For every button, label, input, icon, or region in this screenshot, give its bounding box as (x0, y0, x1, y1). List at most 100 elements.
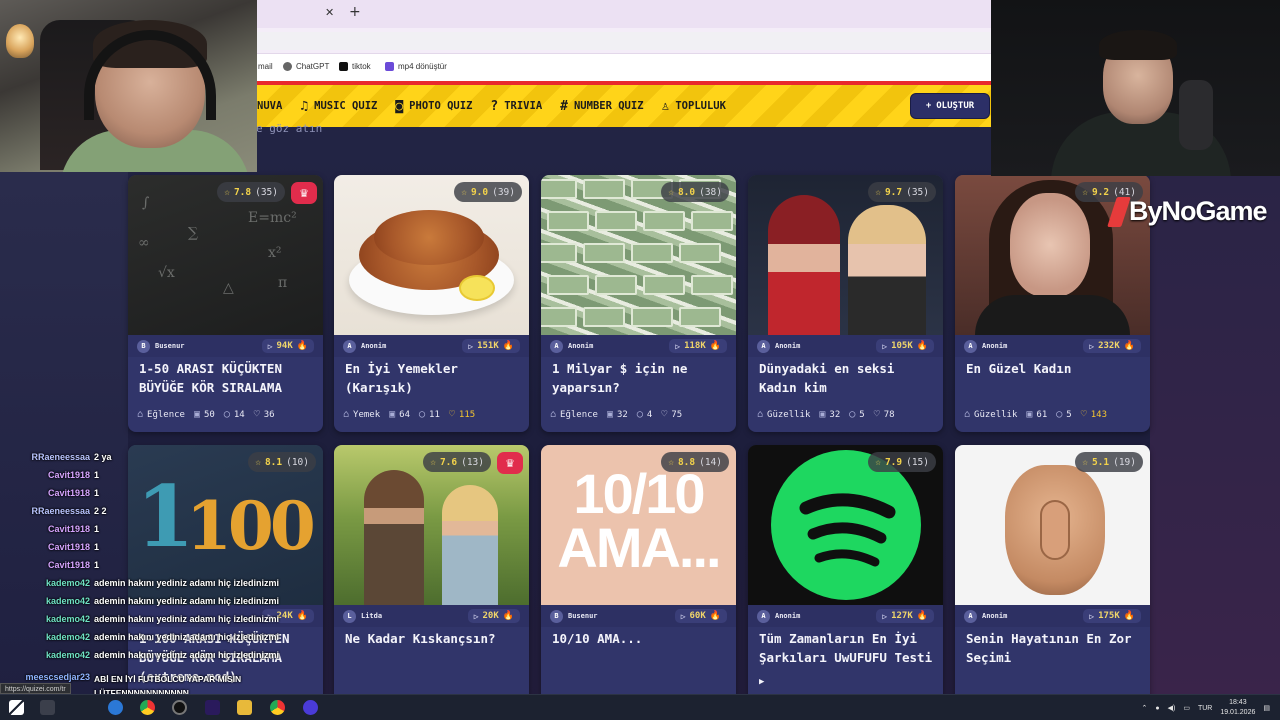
category[interactable]: ⌂ Yemek (343, 409, 380, 420)
quiz-card[interactable]: ∫ ∑ E=mc² √x π △ ∞ x² ☆ 7.8 (35) ♛ B Busenur ▷ 94K 🔥 1-50… (128, 175, 323, 432)
chevron-up-icon[interactable]: ⌃ (1141, 704, 1147, 712)
clock[interactable]: 18:43 19.01.2026 (1220, 698, 1255, 718)
edge-icon[interactable] (108, 700, 123, 715)
quiz-card[interactable]: ☆ 9.0 (39) A Anonim ▷ 151K 🔥 En İyi Yemekler (Ka… (334, 175, 529, 432)
author-name: Litda (361, 612, 383, 620)
like-count[interactable]: ♡ 75 (661, 409, 682, 420)
formula-doodle: ∫ (142, 195, 150, 211)
quiz-title[interactable]: En Güzel Kadın (966, 359, 1142, 378)
play-icon: ▷ (680, 611, 686, 621)
windows-start-icon[interactable] (9, 700, 24, 715)
nav-item-topluluk[interactable]: ♙ TOPLULUK (662, 99, 726, 114)
chat-username[interactable]: meescsedjar23 (0, 672, 90, 682)
quiz-title[interactable]: 10/10 AMA... (552, 629, 728, 648)
author[interactable]: A Anonim (757, 609, 800, 623)
quiz-card[interactable]: ☆ 7.9 (15) A Anonim ▷ 127K 🔥 Tüm Zamanların En İ… (748, 445, 943, 702)
url-field[interactable] (257, 32, 991, 50)
quiz-title[interactable]: Senin Hayatının En Zor Seçimi (966, 629, 1142, 667)
obs-icon[interactable] (172, 700, 187, 715)
nav-item-photo-quiz[interactable]: ◙ PHOTO QUIZ (395, 99, 472, 114)
fire-icon: 🔥 (502, 341, 514, 351)
plays-badge: ▷ 20K 🔥 (467, 609, 520, 623)
author-name: Busenur (568, 612, 598, 620)
chrome-icon[interactable] (140, 700, 155, 715)
comment-count[interactable]: ◯ 5 (1056, 409, 1071, 420)
cash-stack (547, 275, 589, 295)
app-icon[interactable] (303, 700, 318, 715)
comment-count[interactable]: ◯ 14 (224, 409, 245, 420)
chrome-active-icon[interactable] (270, 700, 285, 715)
quiz-title[interactable]: 1-50 ARASI KÜÇÜKTEN BÜYÜĞE KÖR SIRALAMA (139, 359, 315, 397)
premiere-icon[interactable] (205, 700, 220, 715)
category[interactable]: ⌂ Güzellik (757, 409, 810, 420)
close-tab-icon[interactable]: ✕ (325, 6, 334, 19)
star-icon: ☆ (875, 186, 881, 198)
quiz-card[interactable]: ☆ 8.0 (38) A Anonim ▷ 118K 🔥 1 Milyar $ için ne … (541, 175, 736, 432)
quiz-card[interactable]: 10/10 AMA... ☆ 8.8 (14) B Busenur ▷ 60K 🔥 10/10 AM… (541, 445, 736, 702)
quiz-title[interactable]: 1 Milyar $ için ne yaparsın? (552, 359, 728, 397)
author[interactable]: A Anonim (550, 339, 593, 353)
nav-item-trivia[interactable]: ? TRIVIA (490, 99, 542, 114)
chat-username[interactable]: RRaeneessaa (0, 452, 90, 462)
notification-icon[interactable]: ▤ (1263, 704, 1270, 712)
quiz-title[interactable]: Tüm Zamanların En İyi Şarkıları UwUFUFU … (759, 629, 935, 692)
rating-badge: ☆ 9.0 (39) (454, 182, 522, 202)
site-navbar: NUVA ♫ MUSIC QUIZ ◙ PHOTO QUIZ ? TRIVIA # NU… (257, 85, 991, 127)
rating-value: 7.6 (439, 456, 458, 468)
comment-count[interactable]: ◯ 5 (849, 409, 864, 420)
nav-item-nuva[interactable]: NUVA (257, 100, 282, 112)
volume-icon[interactable]: ◀) (1168, 704, 1176, 712)
like-count[interactable]: ♡ 115 (449, 409, 475, 420)
chat-username[interactable]: Cavit1918 (0, 470, 90, 480)
author[interactable]: A Anonim (964, 609, 1007, 623)
author[interactable]: A Anonim (757, 339, 800, 353)
chat-username[interactable]: Cavit1918 (0, 524, 90, 534)
language-indicator[interactable]: TUR (1198, 705, 1212, 712)
author[interactable]: B Busenur (550, 609, 598, 623)
chat-username[interactable]: RRaeneessaa (0, 506, 90, 516)
quiz-title[interactable]: Ne Kadar Kıskançsın? (345, 629, 521, 648)
star-icon: ☆ (1082, 456, 1088, 468)
quiz-card[interactable]: ☆ 9.7 (35) A Anonim ▷ 105K 🔥 Dünyadaki en seksi … (748, 175, 943, 432)
bookmark-mp4[interactable]: mp4 dönüştür (385, 62, 447, 71)
chat-message: Cavit1918 1 (0, 470, 99, 480)
file-explorer-icon[interactable] (237, 700, 252, 715)
comment-count[interactable]: ◯ 4 (637, 409, 652, 420)
bookmark-mail[interactable]: mail (258, 62, 273, 71)
create-button[interactable]: + OLUŞTUR (910, 93, 990, 119)
chat-username[interactable]: kademo42 (0, 614, 90, 624)
chat-username[interactable]: kademo42 (0, 650, 90, 660)
chat-username[interactable]: Cavit1918 (0, 560, 90, 570)
like-count[interactable]: ♡ 143 (1081, 409, 1107, 420)
chat-username[interactable]: kademo42 (0, 596, 90, 606)
chat-username[interactable]: Cavit1918 (0, 488, 90, 498)
bookmark-chatgpt[interactable]: ChatGPT (283, 62, 329, 71)
nav-item-number-quiz[interactable]: # NUMBER QUIZ (560, 99, 643, 114)
battery-icon[interactable]: ▭ (1183, 704, 1190, 712)
quiz-title[interactable]: En İyi Yemekler (Karışık) (345, 359, 521, 397)
category[interactable]: ⌂ Güzellik (964, 409, 1017, 420)
new-tab-icon[interactable]: + (349, 4, 361, 20)
chat-username[interactable]: Cavit1918 (0, 542, 90, 552)
category[interactable]: ⌂ Eğlence (550, 409, 598, 420)
card-meta: A Anonim ▷ 118K 🔥 (541, 335, 736, 357)
author[interactable]: B Busenur (137, 339, 185, 353)
chat-username[interactable]: kademo42 (0, 578, 90, 588)
quiz-card[interactable]: ☆ 7.6 (13) ♛ L Litda ▷ 20K 🔥 Ne Kadar Kıskançsın? (334, 445, 529, 702)
category[interactable]: ⌂ Eğlence (137, 409, 185, 420)
like-count[interactable]: ♡ 36 (254, 409, 275, 420)
like-count[interactable]: ♡ 78 (874, 409, 895, 420)
chat-username[interactable]: kademo42 (0, 632, 90, 642)
author[interactable]: A Anonim (343, 339, 386, 353)
play-icon: ▷ (267, 341, 273, 351)
author[interactable]: L Litda (343, 609, 383, 623)
task-view-icon[interactable] (40, 700, 55, 715)
author[interactable]: A Anonim (964, 339, 1007, 353)
quiz-title[interactable]: Dünyadaki en seksi Kadın kim (759, 359, 935, 397)
comment-count[interactable]: ◯ 11 (419, 409, 440, 420)
chat-message: kademo42 ademin hakını yediniz adamı hiç … (0, 596, 279, 606)
mic-icon[interactable]: ● (1155, 705, 1159, 712)
nav-item-music-quiz[interactable]: ♫ MUSIC QUIZ (300, 99, 377, 114)
quiz-card[interactable]: ☆ 5.1 (19) A Anonim ▷ 175K 🔥 Senin Hayatının En … (955, 445, 1150, 702)
bookmark-tiktok[interactable]: tiktok (339, 62, 371, 71)
